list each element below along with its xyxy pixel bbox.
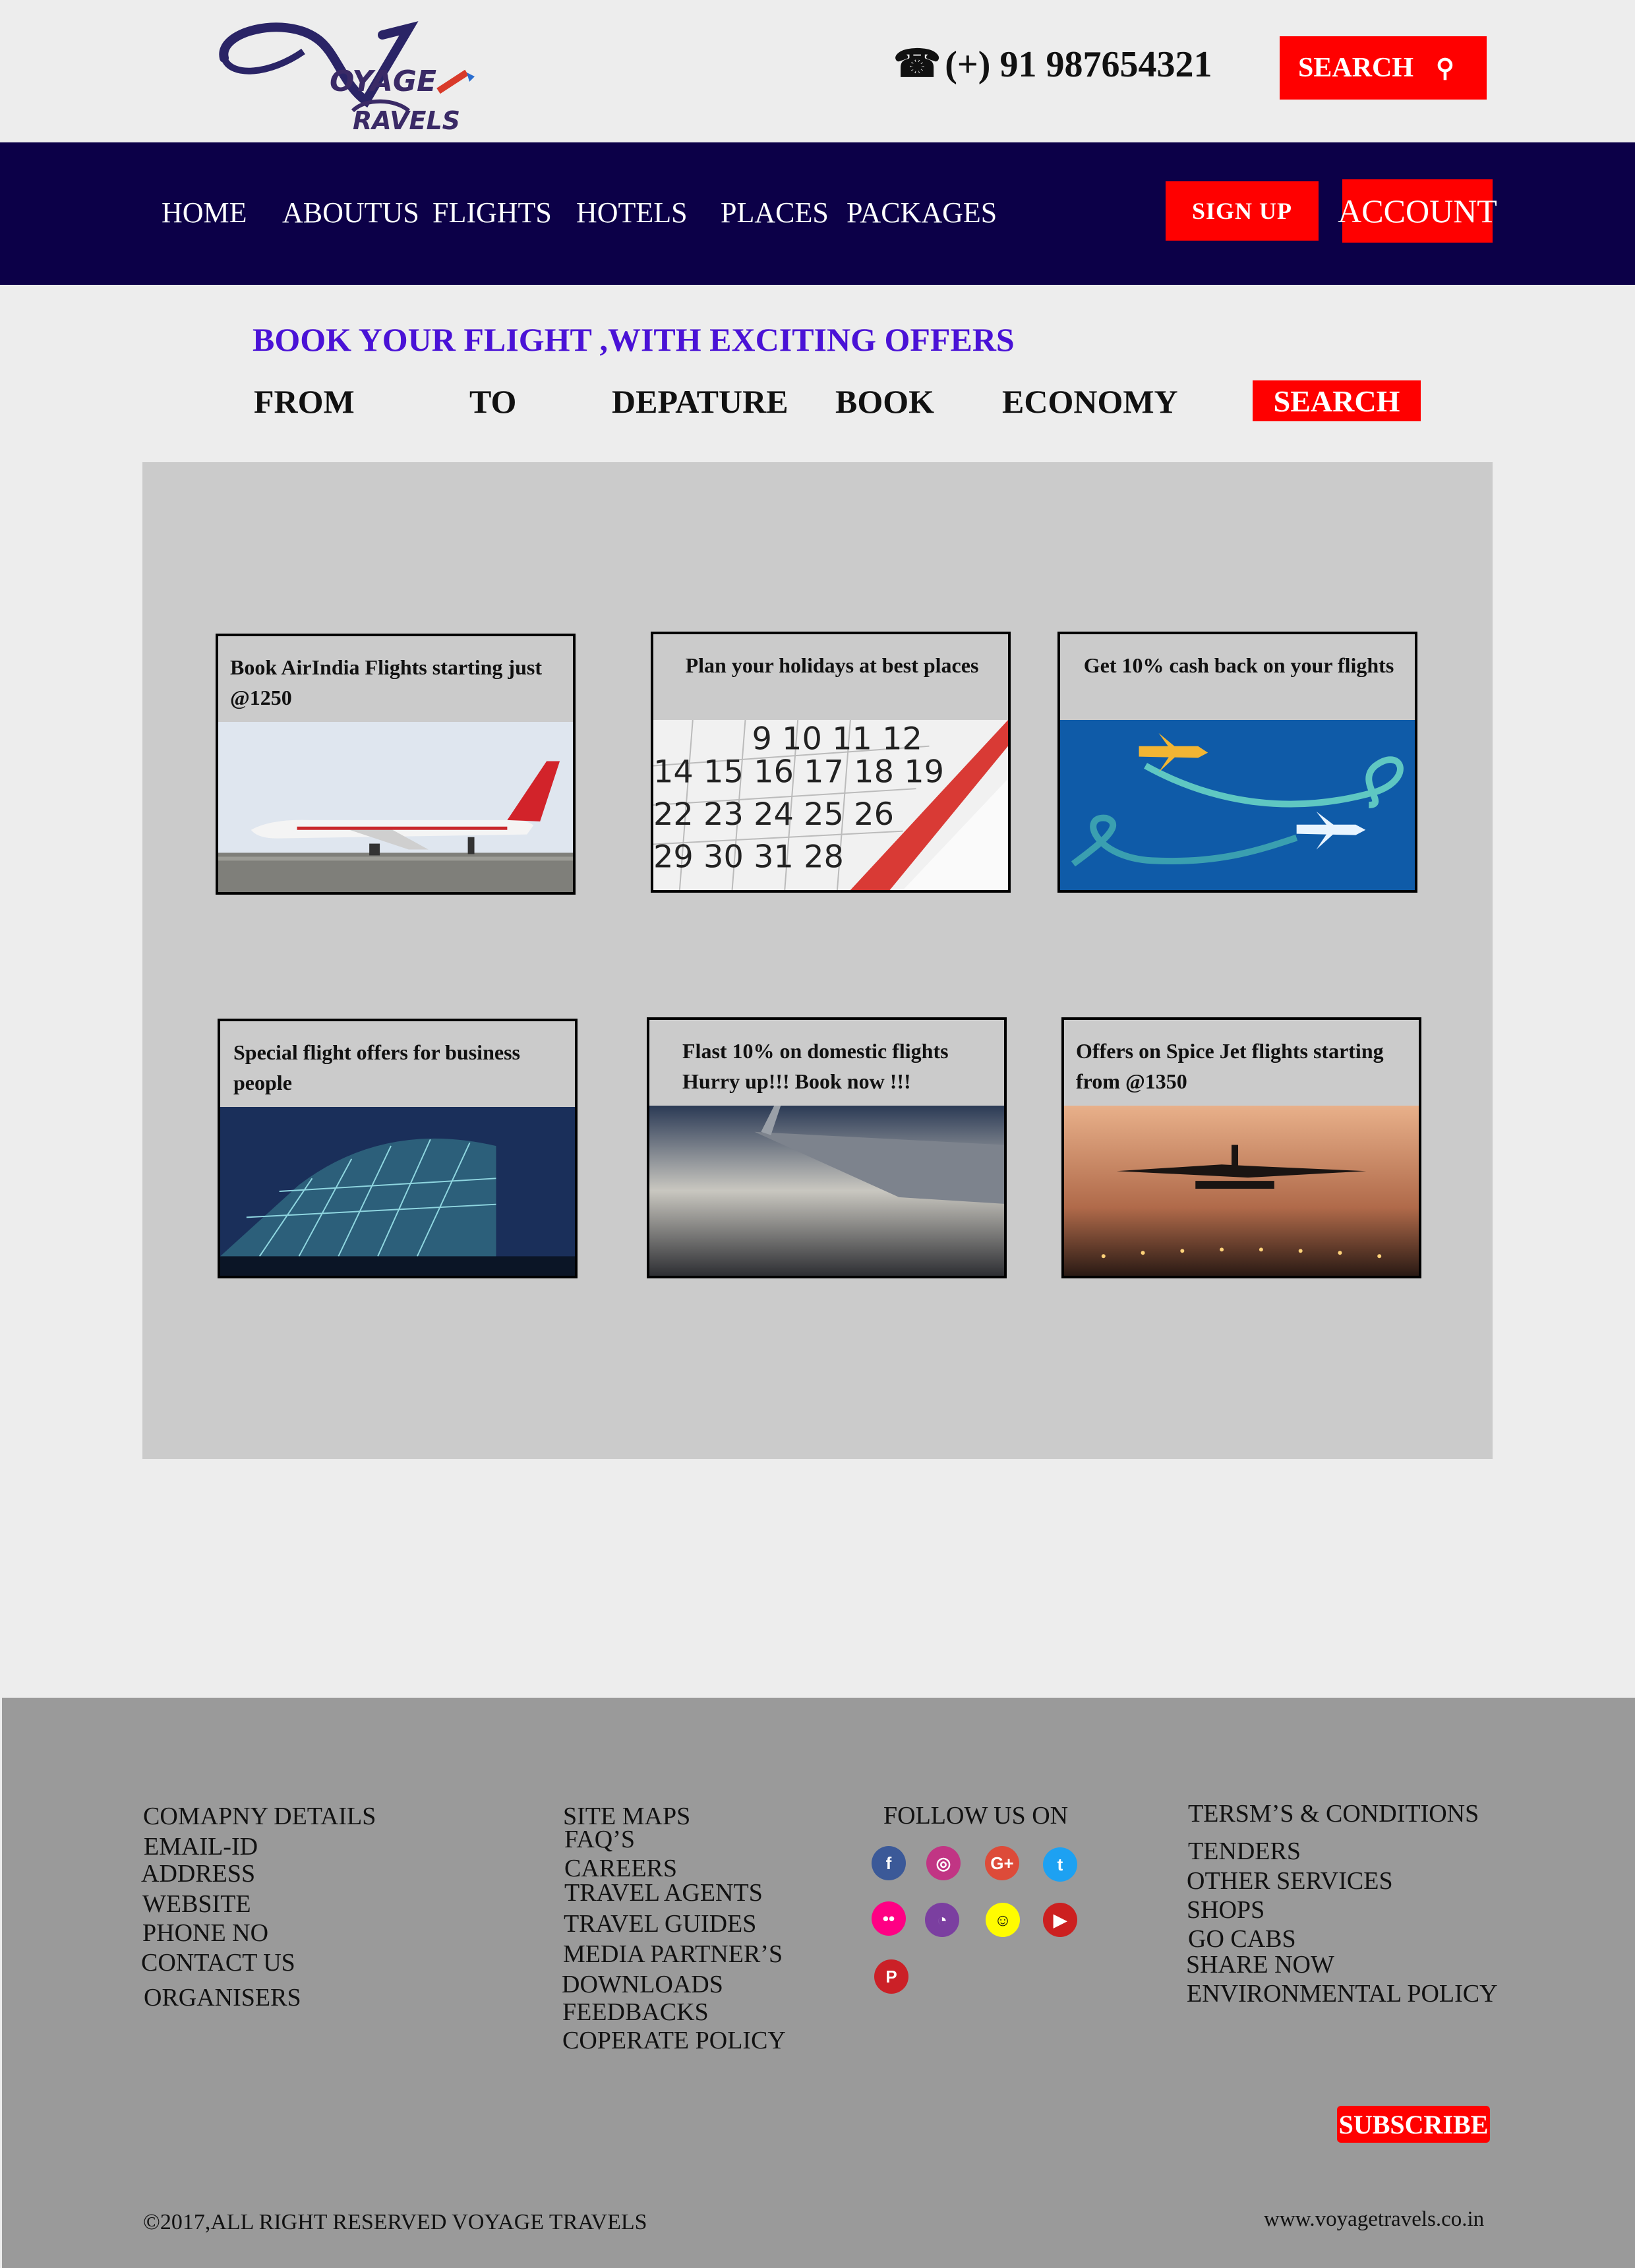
phone-text: (+) 91 987654321 (945, 44, 1212, 85)
copyright: ©2017,ALL RIGHT RESERVED VOYAGE TRAVELS (143, 2210, 647, 2235)
flickr-icon[interactable]: •• (872, 1901, 906, 1936)
footer-contact-us[interactable]: CONTACT US (141, 1948, 295, 1977)
airplane-wing-image (649, 1106, 1004, 1276)
offer-caption: Flast 10% on domestic flights Hurry up!!… (682, 1039, 949, 1094)
offer-card-spicejet[interactable]: Offers on Spice Jet flights starting fro… (1061, 1017, 1421, 1278)
planes-illustration-image (1060, 720, 1415, 890)
svg-text:9 10 11 12: 9 10 11 12 (752, 721, 922, 758)
offer-card-business[interactable]: Special flight offers for business peopl… (218, 1019, 578, 1278)
footer-other-services[interactable]: OTHER SERVICES (1187, 1866, 1393, 1895)
class-field[interactable]: ECONOMY (1002, 382, 1178, 421)
logo-mark: OYAGE RAVELS (219, 21, 475, 135)
picasa-icon[interactable]: ◔ (925, 1903, 959, 1937)
footer-shops[interactable]: SHOPS (1187, 1895, 1264, 1925)
copyright-icon: © (143, 2210, 160, 2234)
offer-caption: Plan your holidays at best places (685, 653, 979, 677)
footer-address[interactable]: ADDRESS (141, 1859, 255, 1888)
booking-search-button[interactable]: SEARCH (1253, 380, 1421, 421)
copyright-text: 2017,ALL RIGHT RESERVED VOYAGE TRAVELS (160, 2210, 647, 2234)
footer-email-id[interactable]: EMAIL-ID (144, 1832, 258, 1861)
footer-downloads[interactable]: DOWNLOADS (562, 1970, 723, 1999)
nav-hotels[interactable]: HOTELS (576, 196, 688, 229)
footer-share-now[interactable]: SHARE NOW (1186, 1950, 1334, 1979)
footer-organisers[interactable]: ORGANISERS (144, 1983, 301, 2012)
offer-caption: Offers on Spice Jet flights starting fro… (1076, 1039, 1384, 1094)
svg-text:OYAGE: OYAGE (330, 65, 436, 98)
header-search-button[interactable]: SEARCH ⚲ (1280, 36, 1487, 100)
footer-media-partners[interactable]: MEDIA PARTNER’S (563, 1940, 783, 1969)
account-button[interactable]: ACCOUNT (1338, 179, 1497, 243)
offer-caption: Special flight offers for business peopl… (233, 1040, 520, 1095)
svg-text:14 15 16 17 18 19: 14 15 16 17 18 19 (653, 754, 944, 790)
airport-terminal-image (220, 1107, 575, 1276)
offer-caption: Book AirIndia Flights starting just @125… (230, 655, 542, 710)
footer-travel-guides[interactable]: TRAVEL GUIDES (564, 1909, 756, 1938)
offer-card-holidays[interactable]: Plan your holidays at best places 9 10 1… (651, 632, 1011, 893)
offer-card-airindia[interactable]: Book AirIndia Flights starting just @125… (216, 634, 576, 895)
nav-places[interactable]: PLACES (721, 196, 829, 229)
nav-flights[interactable]: FLIGHTS (432, 196, 552, 229)
footer-faqs[interactable]: FAQ’S (564, 1825, 635, 1854)
from-field[interactable]: FROM (254, 382, 355, 421)
offers-panel (142, 462, 1493, 1459)
footer-feedbacks[interactable]: FEEDBACKS (562, 1998, 709, 2027)
phone-icon: ☎ (893, 42, 941, 85)
to-field[interactable]: TO (469, 382, 516, 421)
offer-card-domestic[interactable]: Flast 10% on domestic flights Hurry up!!… (647, 1017, 1007, 1278)
signup-button[interactable]: SIGN UP (1166, 181, 1319, 241)
footer-go-cabs[interactable]: GO CABS (1188, 1925, 1296, 1954)
offer-card-cashback[interactable]: Get 10% cash back on your flights (1057, 632, 1417, 893)
instagram-icon[interactable]: ◎ (926, 1846, 961, 1880)
nav-aboutus[interactable]: ABOUTUS (282, 196, 419, 229)
pinterest-icon[interactable]: P (874, 1959, 908, 1994)
subscribe-button[interactable]: SUBSCRIBE (1337, 2106, 1490, 2143)
calendar-image: 9 10 11 12 14 15 16 17 18 19 22 23 24 25… (653, 719, 1008, 890)
google-plus-icon[interactable]: G+ (985, 1846, 1019, 1880)
airindia-plane-image (218, 722, 573, 892)
footer-tenders[interactable]: TENDERS (1188, 1837, 1301, 1866)
booking-title: BOOK YOUR FLIGHT ,WITH EXCITING OFFERS (253, 321, 1015, 358)
footer-terms-conditions[interactable]: TERSM’S & CONDITIONS (1188, 1799, 1479, 1828)
departure-field[interactable]: DEPATURE (612, 382, 788, 421)
footer-company-details[interactable]: COMAPNY DETAILS (143, 1802, 376, 1831)
footer-travel-agents[interactable]: TRAVEL AGENTS (564, 1878, 763, 1907)
voyage-travels-logo[interactable]: OYAGE RAVELS (211, 12, 488, 137)
twitter-icon[interactable]: t (1043, 1847, 1077, 1882)
magnifier-icon: ⚲ (1436, 54, 1454, 82)
snapchat-icon[interactable]: ☺ (986, 1903, 1020, 1937)
footer-corporate-policy[interactable]: COPERATE POLICY (562, 2026, 786, 2055)
footer-phone-no[interactable]: PHONE NO (142, 1919, 268, 1948)
svg-text:RAVELS: RAVELS (353, 106, 460, 135)
plane-landing-image (1064, 1106, 1419, 1276)
footer-website-url[interactable]: www.voyagetravels.co.in (1264, 2207, 1484, 2232)
follow-us-title: FOLLOW US ON (883, 1802, 1069, 1830)
book-field[interactable]: BOOK (835, 382, 934, 421)
nav-home[interactable]: HOME (162, 196, 247, 229)
facebook-icon[interactable]: f (872, 1846, 906, 1880)
footer-website[interactable]: WEBSITE (142, 1890, 251, 1919)
header-search-label: SEARCH (1298, 53, 1414, 83)
phone-number: ☎ (+) 91 987654321 (893, 41, 1212, 86)
svg-text:29 30 31 28: 29 30 31 28 (653, 839, 844, 875)
svg-text:22 23 24 25 26: 22 23 24 25 26 (653, 796, 894, 833)
nav-packages[interactable]: PACKAGES (847, 196, 997, 229)
footer-environmental-policy[interactable]: ENVIRONMENTAL POLICY (1187, 1979, 1498, 2008)
youtube-icon[interactable]: ▶ (1043, 1903, 1077, 1937)
offer-caption: Get 10% cash back on your flights (1083, 653, 1394, 677)
